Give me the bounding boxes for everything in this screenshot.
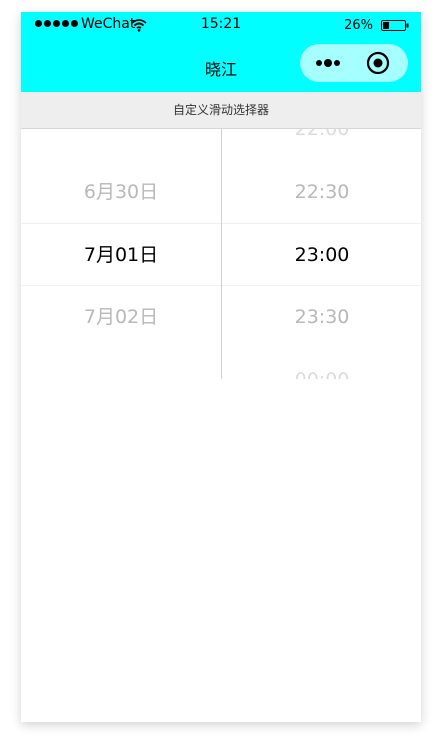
time-option-bottom-partial[interactable]: 00:00: [222, 366, 421, 379]
date-option-next[interactable]: 7月02日: [21, 303, 221, 331]
scroll-picker[interactable]: 6月30日 7月01日 7月02日 22:00 22:30 23:00 23:3…: [21, 129, 421, 379]
time-option-selected[interactable]: 23:00: [222, 241, 421, 269]
time-option-prev[interactable]: 22:30: [222, 178, 421, 206]
time-column[interactable]: 22:00 22:30 23:00 23:30 00:00: [222, 129, 421, 379]
miniprogram-capsule: [300, 44, 408, 82]
battery-icon: [381, 20, 409, 31]
close-target-icon[interactable]: [366, 51, 390, 75]
status-bar: WeChat 15:21 26%: [21, 12, 421, 40]
date-option-selected[interactable]: 7月01日: [21, 241, 221, 269]
time-option-next[interactable]: 23:30: [222, 303, 421, 331]
time-option-top-partial[interactable]: 22:00: [222, 129, 421, 143]
phone-frame: WeChat 15:21 26% 晓江 自定义滑动选择器 6月30日 7月01日…: [21, 12, 421, 722]
picker-header: 自定义滑动选择器: [21, 92, 421, 129]
battery-percent: 26%: [344, 18, 373, 33]
more-icon[interactable]: [314, 54, 342, 72]
date-option-prev[interactable]: 6月30日: [21, 178, 221, 206]
navigation-bar: 晓江: [21, 40, 421, 92]
date-column[interactable]: 6月30日 7月01日 7月02日: [21, 129, 221, 379]
